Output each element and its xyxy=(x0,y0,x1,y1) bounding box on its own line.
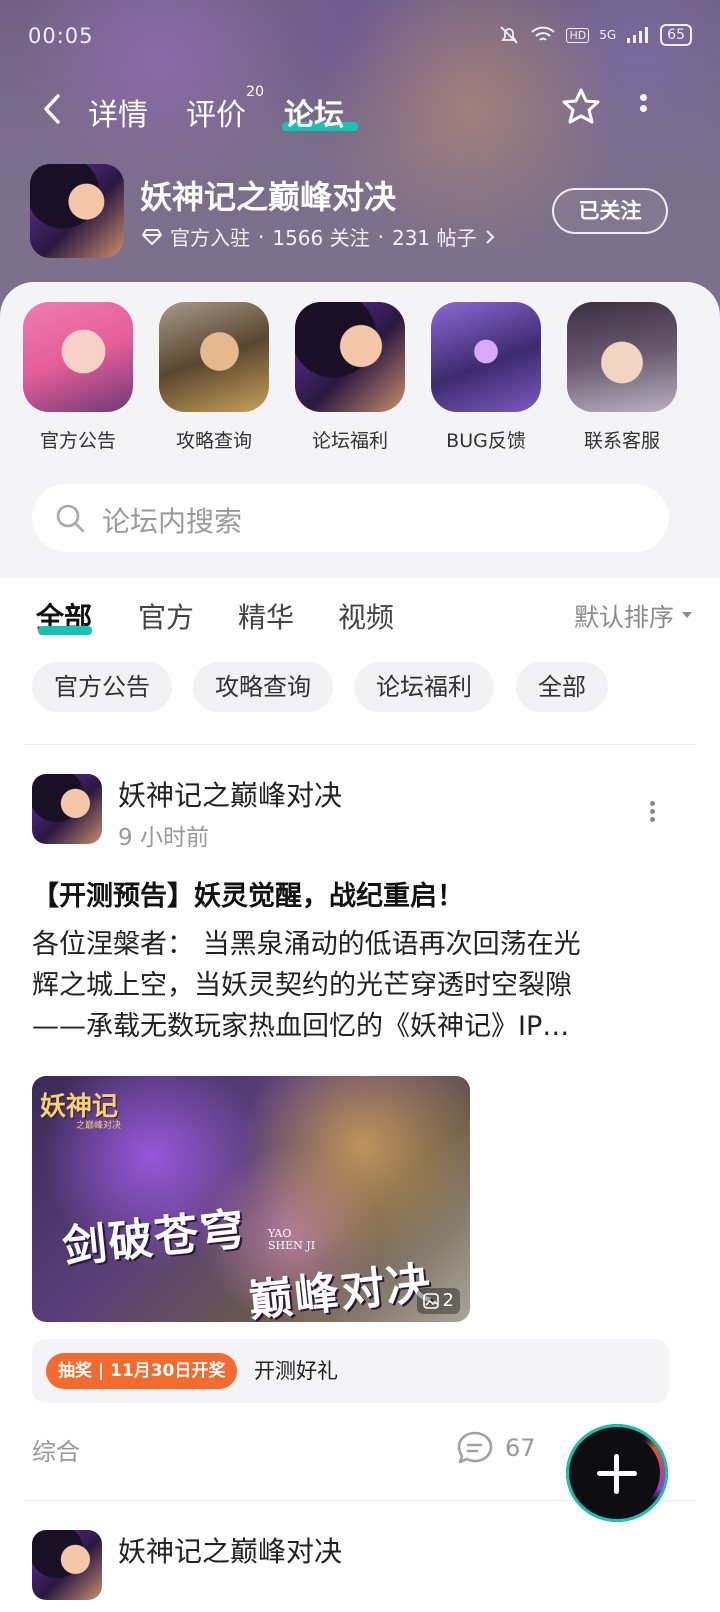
search-icon xyxy=(56,504,85,533)
favorite-star-icon[interactable] xyxy=(560,86,602,128)
status-icons: HD 5G 65 xyxy=(498,24,692,46)
post-body-line: ——承载无数玩家热血回忆的《妖神记》IP… xyxy=(32,1011,570,1042)
filter-tab-official[interactable]: 官方 xyxy=(138,596,194,636)
create-post-button[interactable] xyxy=(566,1424,668,1522)
shortcut-bug-report[interactable]: BUG反馈 xyxy=(431,302,541,453)
network-label: 5G xyxy=(599,28,617,42)
caret-down-icon xyxy=(682,612,692,618)
post-title[interactable]: 【开测预告】妖灵觉醒，战纪重启！ xyxy=(32,874,692,913)
game-title: 妖神记之巅峰对决 xyxy=(140,178,397,216)
tab-reviews[interactable]: 评价 20 xyxy=(186,84,264,134)
official-diamond-icon xyxy=(142,228,162,245)
gallery-icon xyxy=(422,1293,439,1309)
shortcut-thumbnail xyxy=(431,302,541,412)
game-icon[interactable] xyxy=(30,164,124,258)
shortcut-thumbnail xyxy=(567,302,677,412)
post-author[interactable]: 妖神记之巅峰对决 xyxy=(118,774,342,814)
image-english-text: YAO SHEN JI xyxy=(268,1227,316,1252)
shortcut-label: BUG反馈 xyxy=(446,430,526,452)
back-arrow-icon[interactable] xyxy=(38,92,68,126)
posts-count[interactable]: 231 帖子 xyxy=(392,222,477,251)
lottery-promo[interactable]: 抽奖 | 11月30日开奖 开测好礼 xyxy=(32,1339,669,1403)
more-menu-icon[interactable] xyxy=(638,90,648,124)
tab-reviews-label: 评价 xyxy=(186,98,246,133)
forum-search-input[interactable]: 论坛内搜索 xyxy=(32,484,669,552)
image-headline-2: 巅峰对决 xyxy=(246,1257,435,1322)
shortcut-thumbnail xyxy=(295,302,405,412)
chip-guides[interactable]: 攻略查询 xyxy=(193,662,333,712)
avatar[interactable] xyxy=(32,1530,102,1600)
tab-forum[interactable]: 论坛 xyxy=(284,90,344,134)
mute-bell-icon xyxy=(500,26,519,44)
post-body-line: 辉之城上空，当妖灵契约的光芒穿透时空裂隙 xyxy=(32,970,572,1001)
official-label: 官方入驻 xyxy=(170,226,250,250)
battery-icon: 65 xyxy=(660,24,692,46)
hd-icon: HD xyxy=(566,27,590,43)
chip-all[interactable]: 全部 xyxy=(516,662,608,712)
image-headline-1: 剑破苍穹 xyxy=(60,1203,249,1274)
followers-count: 1566 关注 xyxy=(272,226,370,250)
shortcut-thumbnail xyxy=(159,302,269,412)
image-count-badge: 2 xyxy=(416,1288,460,1314)
filter-tab-video[interactable]: 视频 xyxy=(338,596,394,636)
shortcut-thumbnail xyxy=(23,302,133,412)
lottery-badge: 抽奖 | 11月30日开奖 xyxy=(46,1353,238,1389)
filter-tab-featured[interactable]: 精华 xyxy=(238,596,294,636)
shortcut-label: 攻略查询 xyxy=(175,430,252,452)
wifi-icon xyxy=(531,26,556,41)
shortcut-forum-welfare[interactable]: 论坛福利 xyxy=(295,302,405,453)
shortcut-guides[interactable]: 攻略查询 xyxy=(159,302,269,453)
signal-icon xyxy=(627,27,649,43)
tab-details[interactable]: 详情 xyxy=(88,90,148,134)
post-body-line: 各位涅槃者： 当黑泉涌动的低语再次回荡在光 xyxy=(32,929,581,960)
divider xyxy=(24,744,696,745)
post-more-icon[interactable] xyxy=(648,798,656,824)
chip-announcements[interactable]: 官方公告 xyxy=(32,662,172,712)
comment-count: 67 xyxy=(505,1434,536,1462)
shortcut-label: 联系客服 xyxy=(583,430,660,452)
top-nav: 详情 评价 20 论坛 xyxy=(0,84,720,136)
post-author[interactable]: 妖神记之巅峰对决 xyxy=(118,1530,342,1570)
comment-icon[interactable] xyxy=(456,1430,494,1466)
post-category[interactable]: 综合 xyxy=(32,1432,80,1467)
post-image[interactable]: 妖神记 之巅峰对决 剑破苍穹 YAO SHEN JI 巅峰对决 2 xyxy=(32,1076,470,1322)
avatar[interactable] xyxy=(32,774,102,844)
shortcut-announcements[interactable]: 官方公告 xyxy=(23,302,133,453)
filter-tab-indicator xyxy=(38,626,92,635)
shortcut-label: 论坛福利 xyxy=(311,430,388,452)
status-bar: 00:05 HD 5G 65 xyxy=(28,22,692,52)
shortcut-customer-service[interactable]: 联系客服 xyxy=(567,302,677,453)
reviews-count-badge: 20 xyxy=(246,84,264,100)
lottery-text: 开测好礼 xyxy=(254,1359,338,1383)
post-time: 9 小时前 xyxy=(118,825,209,851)
shortcut-label: 官方公告 xyxy=(39,430,116,452)
follow-button[interactable]: 已关注 xyxy=(552,188,668,234)
post-body[interactable]: 各位涅槃者： 当黑泉涌动的低语再次回荡在光 辉之城上空，当妖灵契约的光芒穿透时空… xyxy=(32,924,672,1047)
status-time: 00:05 xyxy=(28,24,94,48)
sort-dropdown[interactable]: 默认排序 xyxy=(574,598,674,634)
search-placeholder: 论坛内搜索 xyxy=(102,505,243,538)
image-logo-sub: 之巅峰对决 xyxy=(76,1121,122,1131)
game-meta: 官方入驻 · 1566 关注 · 231 帖子 xyxy=(142,222,562,251)
chevron-right-icon xyxy=(485,229,494,244)
chip-forum-welfare[interactable]: 论坛福利 xyxy=(354,662,494,712)
image-count: 2 xyxy=(442,1290,454,1311)
